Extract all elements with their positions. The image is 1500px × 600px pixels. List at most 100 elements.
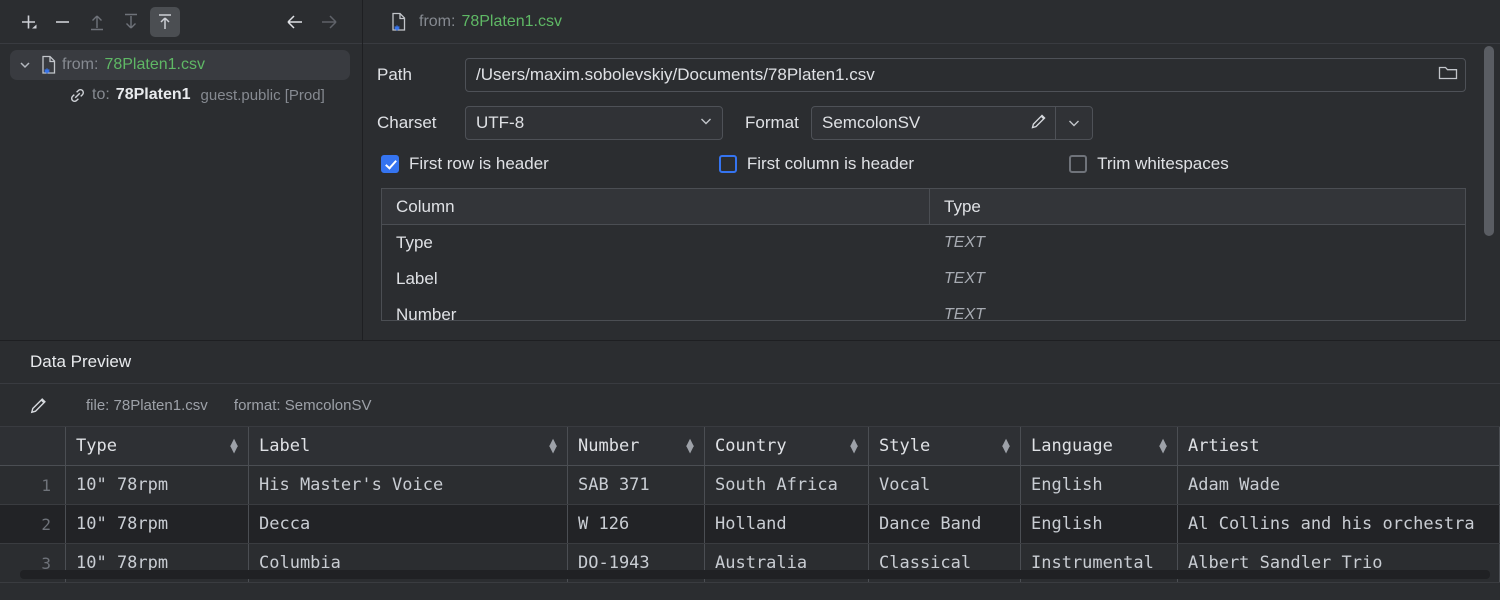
back-icon[interactable] <box>280 7 310 37</box>
data-preview-grid: Type ▲ ▼ Label ▲ ▼ Number ▲ ▼ Country ▲ ▼ St… <box>0 427 1500 593</box>
cell-style[interactable]: Dance Band <box>869 505 1021 543</box>
source-tree-pane: from: 78Platen1.csv to: 78Platen1 guest.… <box>0 0 362 340</box>
format-value: SemcolonSV <box>822 113 921 132</box>
sort-icon[interactable]: ▲ ▼ <box>1002 436 1010 456</box>
charset-select[interactable]: UTF-8 <box>465 106 723 140</box>
cell-type: TEXT <box>944 270 985 287</box>
checkbox-box[interactable] <box>1069 155 1088 173</box>
header-label: Style <box>879 436 931 456</box>
grid-horizontal-scrollbar[interactable] <box>20 570 1490 579</box>
grid-header-number[interactable]: Number ▲ ▼ <box>568 427 705 465</box>
tree-item-target[interactable]: to: 78Platen1 guest.public [Prod] <box>0 80 362 110</box>
checkbox-trim-whitespaces[interactable]: Trim whitespaces <box>1069 154 1229 174</box>
row-number: 1 <box>0 466 66 504</box>
table-row[interactable]: 2 10" 78rpm Decca W 126 Holland Dance Ba… <box>0 505 1500 544</box>
sort-icon[interactable]: ▲ ▼ <box>1159 436 1167 456</box>
tree-body: from: 78Platen1.csv to: 78Platen1 guest.… <box>0 44 362 340</box>
cell-type: TEXT <box>944 306 985 321</box>
checkbox-first-row-header[interactable]: First row is header <box>381 154 549 174</box>
data-preview-toolbar: file: 78Platen1.csv format: SemcolonSV <box>0 383 1500 427</box>
cell-type[interactable]: 10" 78rpm <box>66 505 249 543</box>
pencil-icon[interactable] <box>28 394 62 416</box>
grid-header-artiest[interactable]: Artiest <box>1178 427 1500 465</box>
settings-header-name: 78Platen1.csv <box>461 12 562 30</box>
sort-icon[interactable]: ▲ ▼ <box>230 436 238 456</box>
charset-format-row: Charset UTF-8 Format SemcolonSV <box>377 106 1466 140</box>
format-main[interactable]: SemcolonSV <box>812 107 1055 139</box>
cell-style[interactable]: Vocal <box>869 466 1021 504</box>
column-type-table: Column Type Type TEXT Label TEXT Number … <box>381 188 1466 321</box>
header-column[interactable]: Column <box>382 189 930 224</box>
column-type-header: Column Type <box>382 189 1465 225</box>
cell-artiest[interactable]: Al Collins and his orchestra <box>1178 505 1500 543</box>
chevron-down-icon[interactable] <box>698 113 714 134</box>
options-row: First row is header First column is head… <box>377 154 1466 174</box>
settings-scrollbar[interactable] <box>1484 44 1494 334</box>
table-row[interactable]: Label TEXT <box>382 261 1465 297</box>
tree-source-prefix: from: <box>62 56 99 73</box>
cell-label[interactable]: Decca <box>249 505 568 543</box>
sort-icon[interactable]: ▲ ▼ <box>850 436 858 456</box>
header-label: Type <box>76 436 117 456</box>
checkbox-box[interactable] <box>718 155 737 173</box>
header-label: Country <box>715 436 787 456</box>
move-down-icon <box>116 7 146 37</box>
cell-language[interactable]: English <box>1021 466 1178 504</box>
cell-language[interactable]: English <box>1021 505 1178 543</box>
charset-label: Charset <box>377 113 437 132</box>
row-number: 2 <box>0 505 66 543</box>
checkbox-label: First column is header <box>746 154 915 173</box>
add-icon[interactable] <box>14 7 44 37</box>
header-label: Artiest <box>1188 436 1260 456</box>
grid-header-style[interactable]: Style ▲ ▼ <box>869 427 1021 465</box>
grid-header-row: Type ▲ ▼ Label ▲ ▼ Number ▲ ▼ Country ▲ ▼ St… <box>0 427 1500 466</box>
tree-item-source[interactable]: from: 78Platen1.csv <box>10 50 350 80</box>
cell-type: TEXT <box>944 234 985 251</box>
import-icon[interactable] <box>150 6 180 37</box>
cell-number[interactable]: SAB 371 <box>568 466 705 504</box>
header-type[interactable]: Type <box>930 189 1465 224</box>
path-row: Path /Users/maxim.sobolevskiy/Documents/… <box>377 58 1466 92</box>
checkbox-first-column-header[interactable]: First column is header <box>718 154 915 174</box>
chevron-down-icon[interactable] <box>14 58 36 72</box>
cell-label[interactable]: His Master's Voice <box>249 466 568 504</box>
path-input[interactable]: /Users/maxim.sobolevskiy/Documents/78Pla… <box>465 58 1466 92</box>
table-row[interactable]: Type TEXT <box>382 225 1465 261</box>
grid-header-country[interactable]: Country ▲ ▼ <box>705 427 869 465</box>
cell-artiest[interactable]: Adam Wade <box>1178 466 1500 504</box>
format-select[interactable]: SemcolonSV <box>811 106 1093 140</box>
move-up-icon <box>82 7 112 37</box>
grid-header-language[interactable]: Language ▲ ▼ <box>1021 427 1178 465</box>
tree-target-name: 78Platen1 <box>115 86 191 103</box>
link-icon <box>62 86 92 105</box>
sort-icon[interactable]: ▲ ▼ <box>549 436 557 456</box>
preview-meta: file: 78Platen1.csv format: SemcolonSV <box>86 397 393 414</box>
checkbox-label: First row is header <box>409 154 549 173</box>
grid-header-label[interactable]: Label ▲ ▼ <box>249 427 568 465</box>
sort-icon[interactable]: ▲ ▼ <box>686 436 694 456</box>
header-label: Number <box>578 436 640 456</box>
tree-target-schema: guest.public [Prod] <box>200 86 325 104</box>
grid-header-type[interactable]: Type ▲ ▼ <box>66 427 249 465</box>
cell-country[interactable]: South Africa <box>705 466 869 504</box>
remove-icon[interactable] <box>48 7 78 37</box>
cell-type[interactable]: 10" 78rpm <box>66 466 249 504</box>
folder-icon[interactable] <box>1437 64 1459 87</box>
format-label: Format <box>745 113 799 132</box>
pencil-icon[interactable] <box>1029 111 1049 136</box>
chevron-down-icon[interactable] <box>1056 107 1092 139</box>
scrollbar-thumb[interactable] <box>1484 46 1494 236</box>
cell-column: Type <box>396 233 433 252</box>
top-split: from: 78Platen1.csv to: 78Platen1 guest.… <box>0 0 1500 340</box>
checkbox-box[interactable] <box>381 155 399 173</box>
cell-number[interactable]: W 126 <box>568 505 705 543</box>
table-row[interactable]: 1 10" 78rpm His Master's Voice SAB 371 S… <box>0 466 1500 505</box>
forward-icon <box>314 7 344 37</box>
gutter-header <box>0 427 66 465</box>
table-row[interactable]: Number TEXT <box>382 297 1465 321</box>
settings-pane: from: 78Platen1.csv Path /Users/maxim.so… <box>362 0 1500 340</box>
cell-country[interactable]: Holland <box>705 505 869 543</box>
header-label: Language <box>1031 436 1113 456</box>
tree-target-prefix: to: <box>92 86 110 103</box>
cell-column: Label <box>396 269 438 288</box>
